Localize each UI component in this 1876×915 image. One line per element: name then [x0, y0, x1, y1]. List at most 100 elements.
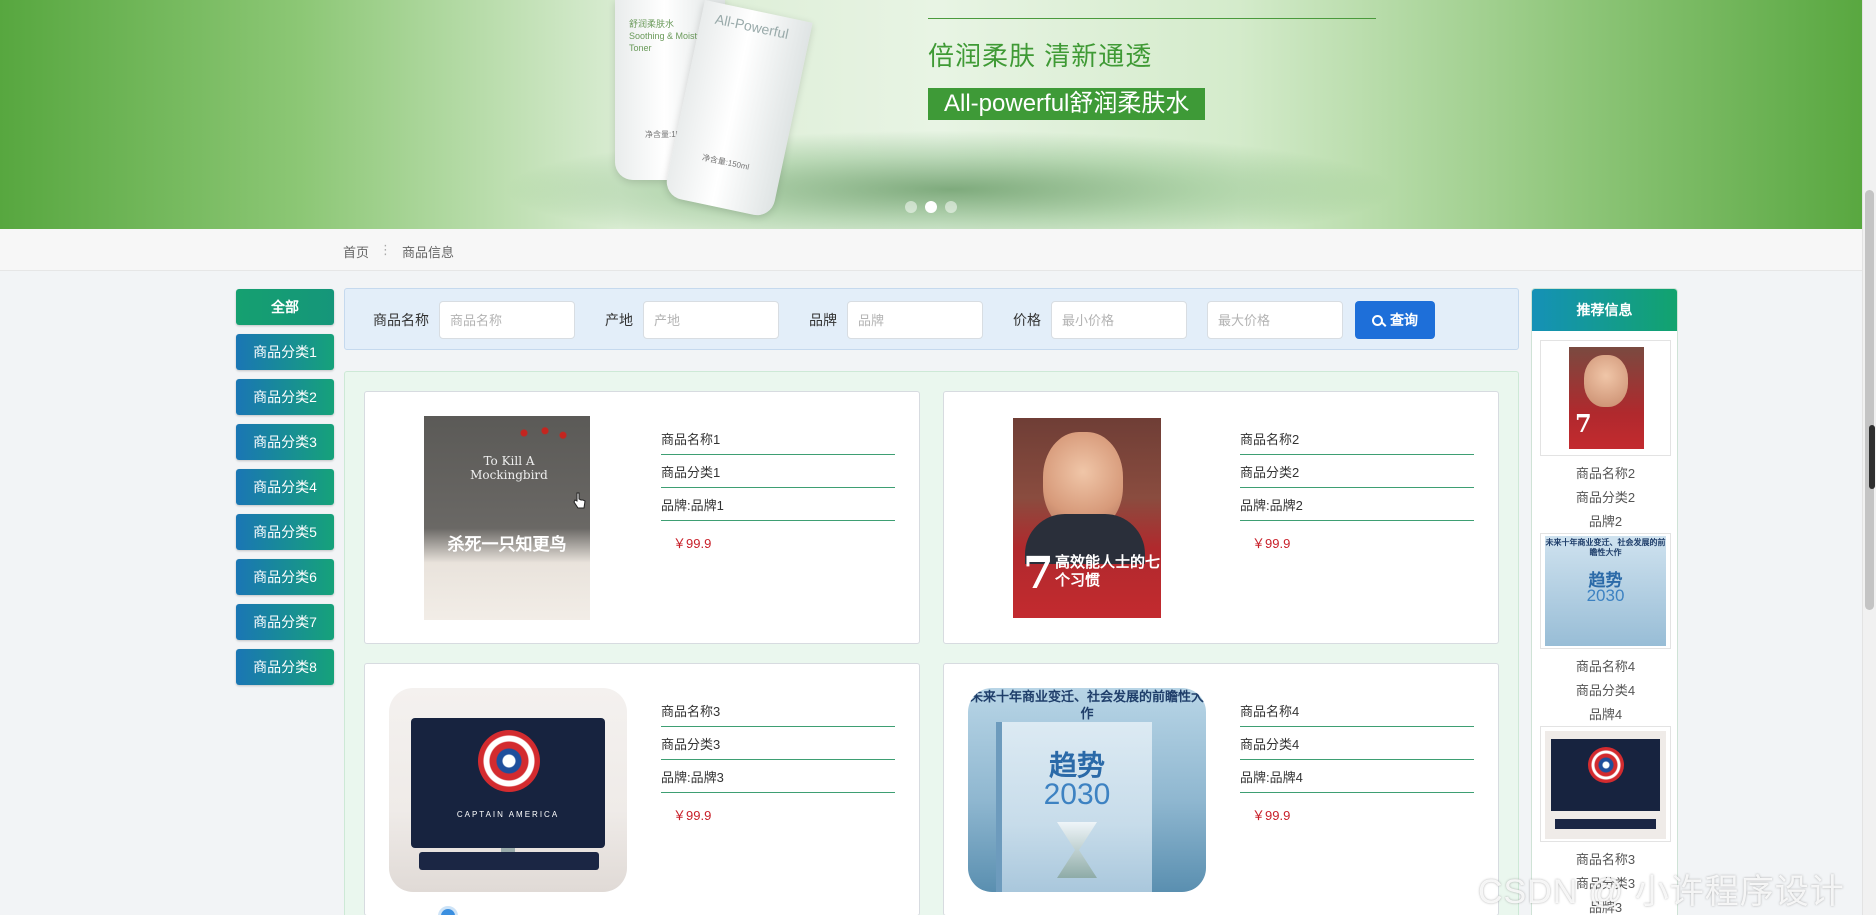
cover-year: 2030: [1586, 586, 1625, 605]
recommend-thumb-3[interactable]: [1540, 726, 1671, 842]
category-item-5[interactable]: 商品分类5: [236, 514, 334, 550]
search-name-group: 商品名称: [373, 301, 575, 339]
cover-header: 未来十年商业变迁、社会发展的前瞻性大作: [969, 689, 1204, 721]
book-cover-thumb: 7: [1569, 347, 1644, 449]
product-name: 商品名称2: [1240, 422, 1474, 455]
category-item-3[interactable]: 商品分类3: [236, 424, 334, 460]
brand-input[interactable]: [847, 301, 983, 339]
recommend-item-2[interactable]: 未来十年商业变迁、社会发展的前瞻性大作 趋势 2030 商品名称4 商品分类4 …: [1540, 533, 1671, 727]
category-item-2[interactable]: 商品分类2: [236, 379, 334, 415]
product-info-1: 商品名称1 商品分类1 品牌:品牌1 ￥99.9: [661, 422, 895, 552]
carousel-dot-1[interactable]: [905, 201, 917, 213]
product-image-2[interactable]: 7 高效能人士的七个习惯: [1013, 418, 1161, 618]
keyboard-shape: [1555, 819, 1656, 829]
scrollbar-thumb[interactable]: [1865, 190, 1874, 610]
product-image-4[interactable]: 未来十年商业变迁、社会发展的前瞻性大作 趋势 2030: [968, 688, 1206, 892]
product-image-1[interactable]: To Kill A Mockingbird 杀死一只知更鸟: [424, 416, 590, 620]
breadcrumb-separator: ⋮: [379, 242, 393, 257]
hourglass-icon: [1057, 822, 1097, 878]
product-card-4[interactable]: 未来十年商业变迁、社会发展的前瞻性大作 趋势 2030 商品名称4 商品分类4 …: [943, 663, 1499, 915]
product-card-3[interactable]: CAPTAIN AMERICA 商品名称3 商品分类3 品牌:品牌3 ￥99.9: [364, 663, 920, 915]
page-scrollbar[interactable]: [1862, 0, 1876, 915]
hero-banner[interactable]: 舒润柔肤水 Soothing & Moisturizing Toner 净含量:…: [0, 0, 1876, 229]
watermark-text: CSDN @ 小许程序设计: [1478, 873, 1845, 911]
category-item-7[interactable]: 商品分类7: [236, 604, 334, 640]
banner-slogan: 倍润柔肤 清新通透: [928, 41, 1153, 71]
recommend-name: 商品名称2: [1575, 466, 1636, 481]
product-category: 商品分类2: [1240, 455, 1474, 488]
query-button-label: 查询: [1390, 312, 1418, 328]
search-bar: 商品名称 产地 品牌 价格 查询: [344, 288, 1519, 350]
scrollbar-marker: [1869, 425, 1875, 489]
breadcrumb-home[interactable]: 首页: [343, 242, 369, 261]
cover-year: 2030: [1043, 778, 1111, 811]
recommend-item-1[interactable]: 7 商品名称2 商品分类2 品牌2: [1540, 340, 1671, 534]
query-button[interactable]: 查询: [1355, 301, 1435, 339]
product-card-2[interactable]: 7 高效能人士的七个习惯 商品名称2 商品分类2 品牌:品牌2 ￥99.9: [943, 391, 1499, 644]
min-price-input[interactable]: [1051, 301, 1187, 339]
search-brand-group: 品牌: [809, 301, 983, 339]
product-category: 商品分类1: [661, 455, 895, 488]
category-item-6[interactable]: 商品分类6: [236, 559, 334, 595]
max-price-input[interactable]: [1207, 301, 1343, 339]
shield-icon: [478, 730, 540, 792]
cover-header: 未来十年商业变迁、社会发展的前瞻性大作: [1545, 538, 1666, 557]
bottle-brand: All-Powerful: [713, 10, 791, 42]
monitor-shape: CAPTAIN AMERICA: [411, 718, 605, 848]
search-icon: [1372, 314, 1383, 326]
product-price: ￥99.9: [1252, 808, 1291, 823]
monitor-cover-thumb: [1545, 731, 1666, 839]
product-category: 商品分类3: [661, 727, 895, 760]
search-origin-group: 产地: [605, 301, 779, 339]
search-brand-label: 品牌: [809, 312, 837, 328]
breadcrumb: 首页 ⋮ 商品信息: [343, 242, 454, 261]
category-list: 全部 商品分类1 商品分类2 商品分类3 商品分类4 商品分类5 商品分类6 商…: [236, 289, 334, 694]
product-info-3: 商品名称3 商品分类3 品牌:品牌3 ￥99.9: [661, 694, 895, 824]
monitor-shape: [1551, 739, 1660, 811]
product-name-input[interactable]: [439, 301, 575, 339]
category-all[interactable]: 全部: [236, 289, 334, 325]
cover-title-en: To Kill A Mockingbird: [470, 454, 548, 482]
product-brand: 品牌:品牌2: [1240, 488, 1474, 521]
product-grid: To Kill A Mockingbird 杀死一只知更鸟 商品名称1 商品分类…: [344, 371, 1519, 915]
product-image-3[interactable]: CAPTAIN AMERICA: [389, 688, 627, 892]
breadcrumb-current: 商品信息: [402, 245, 455, 260]
product-name: 商品名称1: [661, 422, 895, 455]
category-item-8[interactable]: 商品分类8: [236, 649, 334, 685]
product-brand: 品牌:品牌1: [661, 488, 895, 521]
category-item-4[interactable]: 商品分类4: [236, 469, 334, 505]
carousel-dot-2[interactable]: [925, 201, 937, 213]
search-price-group: 价格: [1013, 301, 1343, 339]
product-name: 商品名称3: [661, 694, 895, 727]
product-category: 商品分类4: [1240, 727, 1474, 760]
shield-icon: [1588, 747, 1624, 783]
recommend-category: 商品分类2: [1575, 490, 1636, 505]
origin-input[interactable]: [643, 301, 779, 339]
cover-decoration: [512, 422, 572, 444]
cover-number: 7: [1575, 409, 1592, 438]
bottle-volume-2: 净含量:150ml: [701, 152, 751, 172]
product-card-1[interactable]: To Kill A Mockingbird 杀死一只知更鸟 商品名称1 商品分类…: [364, 391, 920, 644]
product-brand: 品牌:品牌4: [1240, 760, 1474, 793]
product-info-2: 商品名称2 商品分类2 品牌:品牌2 ￥99.9: [1240, 422, 1474, 552]
cover-title-cn: 高效能人士的七个习惯: [1055, 554, 1161, 589]
recommend-thumb-2[interactable]: 未来十年商业变迁、社会发展的前瞻性大作 趋势 2030: [1540, 533, 1671, 649]
product-price: ￥99.9: [1252, 536, 1291, 551]
breadcrumb-bar: 首页 ⋮ 商品信息: [0, 229, 1876, 271]
keyboard-shape: [419, 852, 599, 870]
recommend-thumb-1[interactable]: 7: [1540, 340, 1671, 456]
product-brand: 品牌:品牌3: [661, 760, 895, 793]
recommend-category: 商品分类4: [1575, 683, 1636, 698]
cover-book: 趋势 2030: [1002, 722, 1152, 892]
category-item-1[interactable]: 商品分类1: [236, 334, 334, 370]
product-name: 商品名称4: [1240, 694, 1474, 727]
search-name-label: 商品名称: [373, 312, 429, 328]
cover-caption: CAPTAIN AMERICA: [456, 810, 560, 819]
cover-number: 7: [1023, 548, 1054, 599]
recommend-panel: 推荐信息 7 商品名称2 商品分类2 品牌2 未来十年商业变迁、社会发展的前瞻性…: [1531, 288, 1678, 915]
search-origin-label: 产地: [605, 312, 633, 328]
banner-divider: [928, 18, 1376, 19]
search-price-label: 价格: [1013, 312, 1041, 328]
carousel-dot-3[interactable]: [945, 201, 957, 213]
cover-portrait: [1584, 355, 1628, 407]
